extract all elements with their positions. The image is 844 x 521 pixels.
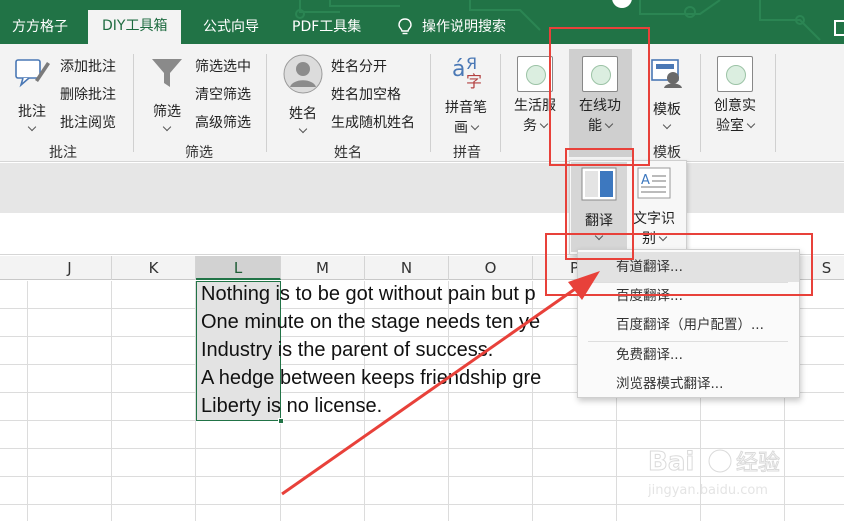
svg-text:Bai: Bai — [648, 447, 694, 477]
svg-text:jingyan.baidu.com: jingyan.baidu.com — [648, 483, 768, 498]
svg-text:经验: 经验 — [736, 451, 780, 476]
baidu-watermark-logo: Bai 经验 jingyan.baidu.com — [648, 447, 781, 499]
